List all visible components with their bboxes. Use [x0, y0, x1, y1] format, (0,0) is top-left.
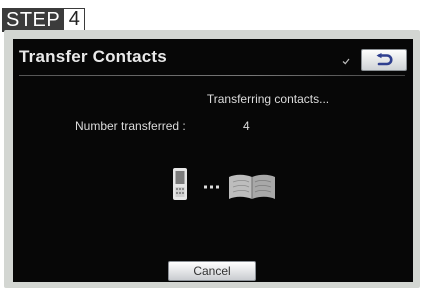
transfer-contacts-screen: Transfer Contacts Transferring contacts.…: [13, 39, 413, 282]
navigation-screen-bezel: Transfer Contacts Transferring contacts.…: [4, 30, 420, 288]
number-transferred-label: Number transferred :: [75, 119, 186, 133]
back-button[interactable]: [361, 49, 407, 71]
transfer-progress-dots-icon: [204, 185, 219, 189]
step-badge: STEP 4: [2, 8, 86, 32]
cancel-button[interactable]: Cancel: [168, 261, 256, 281]
back-arrow-icon: [376, 53, 393, 66]
step-label: STEP: [2, 8, 65, 32]
step-number: 4: [64, 8, 86, 32]
address-book-icon: [229, 174, 275, 199]
title-divider: [19, 75, 405, 76]
checkmark-icon: [342, 58, 350, 65]
mobile-phone-icon: [173, 168, 187, 200]
screen-title: Transfer Contacts: [19, 47, 167, 66]
transfer-status-text: Transferring contacts...: [206, 92, 330, 106]
number-transferred-value: 4: [243, 119, 250, 133]
